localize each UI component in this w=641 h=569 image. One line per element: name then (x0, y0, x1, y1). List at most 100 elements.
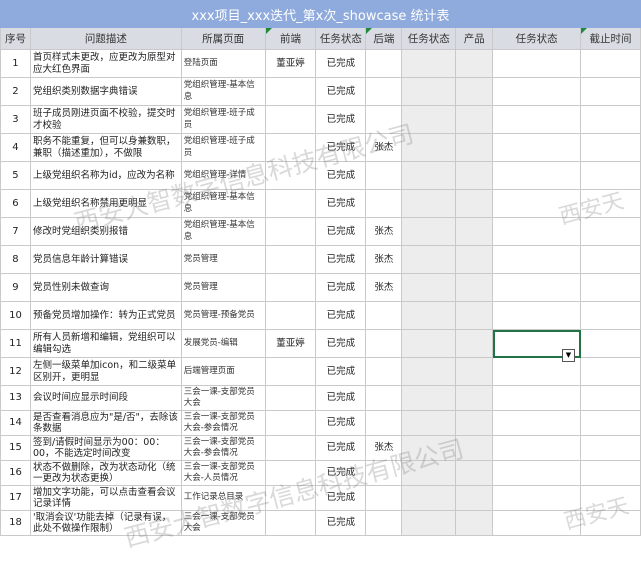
cell-no[interactable]: 14 (0, 410, 31, 436)
cell-be[interactable] (365, 460, 403, 486)
cell-ps[interactable] (492, 77, 582, 106)
cell-fs[interactable]: 已完成 (315, 133, 367, 162)
cell-no[interactable]: 12 (0, 357, 31, 386)
cell-page[interactable]: 后端管理页面 (180, 357, 266, 386)
cell-fs[interactable]: 已完成 (315, 460, 367, 486)
cell-no[interactable]: 10 (0, 301, 31, 330)
cell-no[interactable]: 15 (0, 435, 31, 461)
cell-bs[interactable] (401, 49, 457, 78)
cell-bs[interactable] (401, 133, 457, 162)
cell-fs[interactable]: 已完成 (315, 217, 367, 246)
cell-ps[interactable] (492, 217, 582, 246)
cell-due[interactable] (580, 385, 641, 411)
cell-ps[interactable] (492, 460, 582, 486)
cell-fe[interactable] (264, 161, 317, 190)
cell-bs[interactable] (401, 273, 457, 302)
cell-no[interactable]: 9 (0, 273, 31, 302)
cell-page[interactable]: 党员管理 (180, 245, 266, 274)
cell-due[interactable] (580, 161, 641, 190)
cell-due[interactable] (580, 301, 641, 330)
cell-due[interactable] (580, 460, 641, 486)
cell-desc[interactable]: 职务不能重复，但可以身兼数职，兼职（描述重加），不做限 (29, 133, 182, 162)
cell-desc[interactable]: 会议时间应显示时间段 (29, 385, 182, 411)
cell-due[interactable] (580, 245, 641, 274)
cell-desc[interactable]: 所有人员新增和编辑，党组织可以编辑勾选 (29, 329, 182, 358)
cell-page[interactable]: 三会一课-支部党员大会 (180, 510, 266, 536)
cell-be[interactable]: 张杰 (365, 133, 403, 162)
cell-ps[interactable] (492, 49, 582, 78)
cell-fe[interactable] (264, 77, 317, 106)
cell-due[interactable] (580, 510, 641, 536)
cell-fe[interactable] (264, 189, 317, 218)
cell-be[interactable] (365, 510, 403, 536)
cell-fs[interactable]: 已完成 (315, 385, 367, 411)
cell-desc[interactable]: 是否查看消息应为"是/否"，去除该条数据 (29, 410, 182, 436)
cell-pm[interactable] (455, 357, 494, 386)
column-header[interactable]: 任务状态 (401, 27, 457, 50)
cell-desc[interactable]: 上级党组织名称禁用更明显 (29, 189, 182, 218)
column-header[interactable]: 后端 (365, 27, 403, 50)
cell-bs[interactable] (401, 77, 457, 106)
dropdown-arrow-icon[interactable]: ▼ (562, 349, 575, 362)
cell-fs[interactable]: 已完成 (315, 161, 367, 190)
cell-page[interactable]: 党组织管理-基本信息 (180, 217, 266, 246)
cell-page[interactable]: 三会一课-支部党员大会-参会情况 (180, 435, 266, 461)
cell-due[interactable] (580, 329, 641, 358)
cell-fe[interactable] (264, 301, 317, 330)
cell-desc[interactable]: 党员性别未做查询 (29, 273, 182, 302)
cell-no[interactable]: 16 (0, 460, 31, 486)
cell-fs[interactable]: 已完成 (315, 435, 367, 461)
cell-pm[interactable] (455, 510, 494, 536)
column-header[interactable]: 任务状态 (492, 27, 582, 50)
cell-fe[interactable] (264, 357, 317, 386)
cell-be[interactable] (365, 485, 403, 511)
cell-no[interactable]: 18 (0, 510, 31, 536)
cell-due[interactable] (580, 273, 641, 302)
cell-desc[interactable]: 修改时党组织类别报错 (29, 217, 182, 246)
cell-pm[interactable] (455, 410, 494, 436)
cell-pm[interactable] (455, 301, 494, 330)
cell-fs[interactable]: 已完成 (315, 105, 367, 134)
cell-pm[interactable] (455, 105, 494, 134)
cell-fe[interactable] (264, 105, 317, 134)
cell-no[interactable]: 3 (0, 105, 31, 134)
cell-fs[interactable]: 已完成 (315, 485, 367, 511)
cell-no[interactable]: 1 (0, 49, 31, 78)
cell-desc[interactable]: 左侧一级菜单加icon，和二级菜单区别开，更明显 (29, 357, 182, 386)
cell-ps[interactable] (492, 105, 582, 134)
cell-page[interactable]: 党员管理 (180, 273, 266, 302)
cell-bs[interactable] (401, 435, 457, 461)
cell-fs[interactable]: 已完成 (315, 301, 367, 330)
cell-fs[interactable]: 已完成 (315, 273, 367, 302)
cell-ps[interactable] (492, 133, 582, 162)
cell-pm[interactable] (455, 329, 494, 358)
column-header[interactable]: 前端 (264, 27, 317, 50)
cell-fs[interactable]: 已完成 (315, 510, 367, 536)
cell-due[interactable] (580, 133, 641, 162)
cell-ps[interactable] (492, 410, 582, 436)
cell-be[interactable] (365, 410, 403, 436)
cell-desc[interactable]: 党员信息年龄计算错误 (29, 245, 182, 274)
cell-bs[interactable] (401, 329, 457, 358)
column-header[interactable]: 所属页面 (180, 27, 266, 50)
cell-no[interactable]: 2 (0, 77, 31, 106)
cell-ps[interactable] (492, 485, 582, 511)
cell-due[interactable] (580, 410, 641, 436)
cell-no[interactable]: 13 (0, 385, 31, 411)
cell-be[interactable] (365, 385, 403, 411)
cell-desc[interactable]: 状态不做删除，改为状态动化（统一更改为状态更换） (29, 460, 182, 486)
cell-bs[interactable] (401, 245, 457, 274)
cell-page[interactable]: 三会一课-支部党员大会-人员情况 (180, 460, 266, 486)
cell-bs[interactable] (401, 357, 457, 386)
cell-ps[interactable] (492, 301, 582, 330)
cell-fs[interactable]: 已完成 (315, 49, 367, 78)
cell-pm[interactable] (455, 435, 494, 461)
cell-fe[interactable]: 董亚婷 (264, 329, 317, 358)
cell-desc[interactable]: '取消会议'功能去掉（记录有误，此处不做操作限制） (29, 510, 182, 536)
cell-page[interactable]: 工作记录总目录 (180, 485, 266, 511)
cell-page[interactable]: 三会一课-支部党员大会-参会情况 (180, 410, 266, 436)
cell-ps[interactable] (492, 189, 582, 218)
cell-due[interactable] (580, 105, 641, 134)
cell-no[interactable]: 17 (0, 485, 31, 511)
cell-fe[interactable] (264, 273, 317, 302)
